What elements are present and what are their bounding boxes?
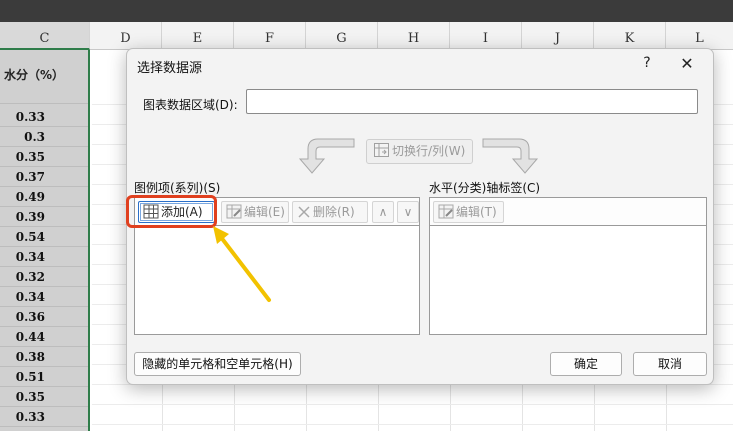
move-down-button[interactable]: ∨ xyxy=(397,201,419,223)
grid-line xyxy=(92,404,733,405)
cell[interactable]: 0.33 xyxy=(0,107,88,127)
column-header-e[interactable]: E xyxy=(162,22,234,50)
move-up-button[interactable]: ∧ xyxy=(372,201,394,223)
column-header-j[interactable]: J xyxy=(522,22,594,50)
edit-series-label: 编辑(E) xyxy=(244,205,285,219)
switch-right-arrow-icon xyxy=(482,138,539,174)
column-header-l[interactable]: L xyxy=(666,22,733,50)
column-header-c[interactable]: C xyxy=(0,22,90,50)
column-header-d[interactable]: D xyxy=(90,22,162,50)
column-headers: C D E F G H I J K L xyxy=(0,22,733,50)
axis-labels-label: 水平(分类)轴标签(C) xyxy=(429,181,541,195)
cell[interactable]: 0.35 xyxy=(0,387,88,407)
title-bar xyxy=(0,0,733,22)
column-c-header-cell[interactable]: 水分（%） xyxy=(0,50,88,104)
cell[interactable]: 0.33 xyxy=(0,407,88,427)
column-c-selection[interactable]: 0.33 0.3 0.35 0.37 0.49 0.39 0.54 0.34 0… xyxy=(0,50,90,431)
axis-labels-list[interactable] xyxy=(429,225,707,335)
delete-series-label: 删除(R) xyxy=(313,205,355,219)
cell[interactable]: 0.34 xyxy=(0,247,88,267)
dialog-title: 选择数据源 xyxy=(137,61,203,76)
cancel-button[interactable]: 取消 xyxy=(633,352,707,376)
column-header-g[interactable]: G xyxy=(306,22,378,50)
cell[interactable]: 0.36 xyxy=(0,307,88,327)
switch-row-column-button[interactable]: 切换行/列(W) xyxy=(366,139,473,164)
edit-series-button[interactable]: 编辑(E) xyxy=(221,201,289,223)
cell[interactable]: 0.34 xyxy=(0,287,88,307)
column-header-h[interactable]: H xyxy=(378,22,450,50)
legend-entries-list[interactable] xyxy=(134,225,420,335)
cell[interactable]: 0.39 xyxy=(0,207,88,227)
grid-line xyxy=(92,424,733,425)
close-button[interactable]: ✕ xyxy=(675,53,699,75)
cell[interactable]: 0.54 xyxy=(0,227,88,247)
cell[interactable]: 0.44 xyxy=(0,327,88,347)
switch-left-arrow-icon xyxy=(298,138,355,174)
cell[interactable]: 0.49 xyxy=(0,187,88,207)
cell[interactable]: 0.37 xyxy=(0,167,88,187)
cell[interactable]: 0.51 xyxy=(0,367,88,387)
switch-row-column-icon xyxy=(374,142,389,165)
column-header-k[interactable]: K xyxy=(594,22,666,50)
edit-axis-labels-label: 编辑(T) xyxy=(456,205,497,219)
highlight-box xyxy=(126,195,217,228)
edit-icon xyxy=(438,204,454,225)
annotation-arrow-icon xyxy=(213,226,271,302)
cell[interactable]: 0.35 xyxy=(0,147,88,167)
hidden-and-empty-cells-button[interactable]: 隐藏的单元格和空单元格(H) xyxy=(134,352,301,376)
switch-row-column-label: 切换行/列(W) xyxy=(392,144,466,158)
column-header-f[interactable]: F xyxy=(234,22,306,50)
ok-button[interactable]: 确定 xyxy=(550,352,622,376)
delete-icon xyxy=(297,205,311,225)
edit-axis-labels-button[interactable]: 编辑(T) xyxy=(433,201,504,223)
legend-entries-label: 图例项(系列)(S) xyxy=(134,181,221,195)
chart-data-range-label: 图表数据区域(D): xyxy=(143,98,238,112)
column-header-i[interactable]: I xyxy=(450,22,522,50)
cell[interactable]: 0.3 xyxy=(0,127,88,147)
delete-series-button[interactable]: 删除(R) xyxy=(292,201,368,223)
help-button[interactable]: ? xyxy=(637,53,657,73)
cell[interactable]: 0.32 xyxy=(0,267,88,287)
axis-toolbar: 编辑(T) xyxy=(429,197,707,225)
cell[interactable]: 0.38 xyxy=(0,347,88,367)
chart-data-range-input[interactable] xyxy=(246,89,698,114)
